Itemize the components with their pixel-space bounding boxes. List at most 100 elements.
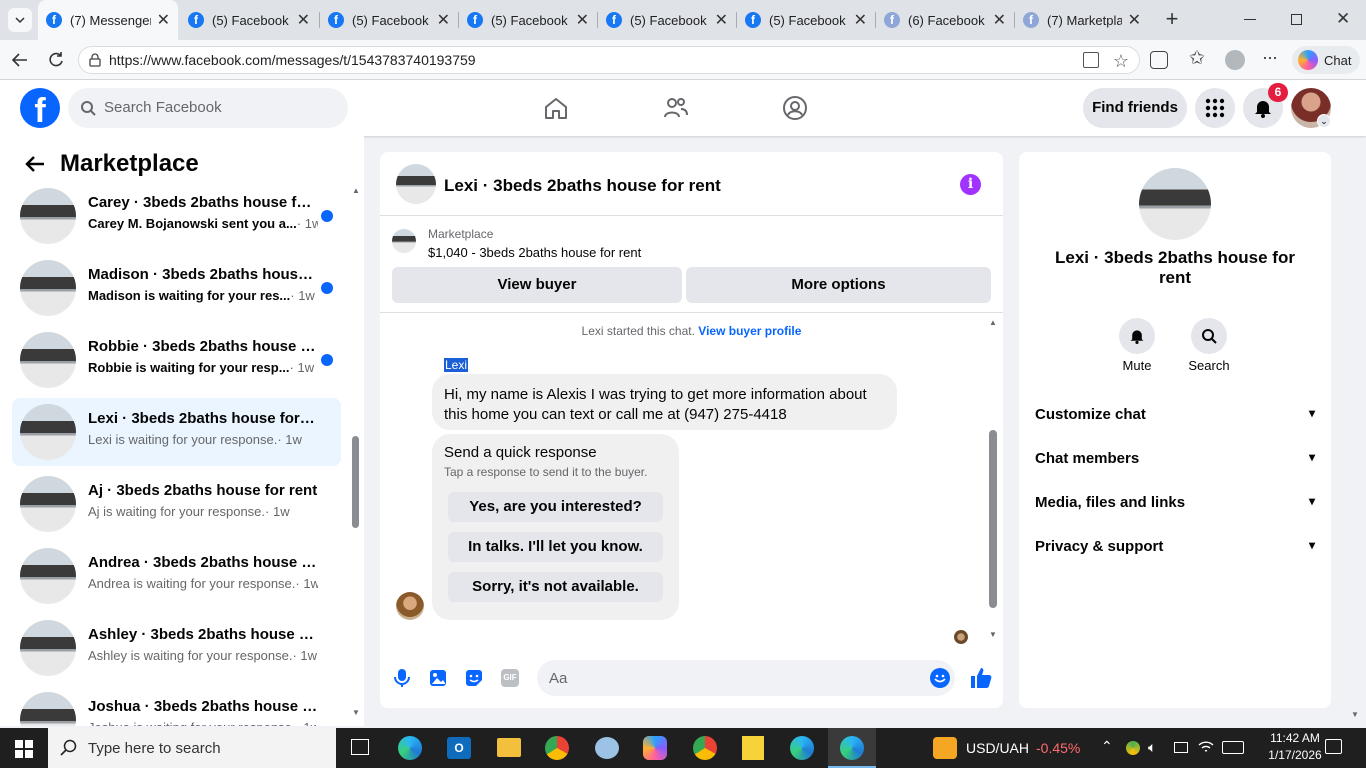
facebook-search-input[interactable]: Search Facebook — [68, 88, 348, 128]
tab-facebook-6[interactable]: f (6) Facebook ✕ — [876, 0, 1014, 40]
home-icon[interactable] — [543, 96, 569, 120]
copilot-taskbar-icon[interactable] — [643, 736, 667, 760]
tab-facebook-4[interactable]: f (5) Facebook ✕ — [598, 0, 736, 40]
facebook-logo-icon[interactable]: f — [20, 88, 60, 128]
tab-facebook-2[interactable]: f (5) Facebook ✕ — [320, 0, 458, 40]
microphone-icon[interactable] — [394, 668, 410, 688]
conversation-item[interactable]: Ashley · 3beds 2baths house for rent Ashl… — [12, 614, 341, 682]
page-scroll-down-arrow-icon[interactable]: ▼ — [1351, 710, 1359, 719]
file-explorer-taskbar-icon[interactable] — [497, 738, 521, 757]
chat-title[interactable]: Lexi · 3beds 2baths house for rent — [444, 176, 721, 196]
tab-facebook-3[interactable]: f (5) Facebook ✕ — [459, 0, 597, 40]
account-chevron-icon[interactable]: ⌄ — [1317, 114, 1331, 128]
conversation-item[interactable]: Aj · 3beds 2baths house for rent Aj is wa… — [12, 470, 341, 538]
view-buyer-profile-link[interactable]: View buyer profile — [698, 324, 801, 338]
thumbs-up-icon[interactable] — [970, 667, 992, 689]
media-files-links-section[interactable]: Media, files and links ▾ — [1035, 494, 1315, 511]
outlook-taskbar-icon[interactable]: O — [447, 737, 471, 759]
tab-messenger[interactable]: f (7) Messenger | F ✕ — [38, 0, 178, 40]
chrome-taskbar-icon[interactable] — [693, 736, 717, 760]
close-tab-icon[interactable]: ✕ — [437, 10, 450, 30]
emoji-icon[interactable] — [930, 668, 950, 688]
app-taskbar-icon[interactable] — [595, 737, 619, 759]
chat-members-section[interactable]: Chat members ▾ — [1035, 450, 1315, 467]
gif-icon[interactable]: GIF — [501, 669, 519, 687]
scroll-down-arrow-icon[interactable]: ▼ — [352, 708, 360, 717]
conversation-item[interactable]: Joshua · 3beds 2baths house for rent Josh… — [12, 686, 341, 726]
find-friends-button[interactable]: Find friends — [1083, 88, 1187, 128]
scroll-up-arrow-icon[interactable]: ▲ — [989, 318, 997, 327]
info-avatar[interactable] — [1139, 168, 1211, 240]
mute-button[interactable] — [1119, 318, 1155, 354]
scroll-thumb[interactable] — [989, 430, 997, 608]
clock-date[interactable]: 1/17/2026 — [1255, 748, 1335, 762]
message-input[interactable]: Aa — [537, 660, 955, 696]
battery-icon[interactable] — [1174, 742, 1188, 753]
task-view-icon[interactable] — [351, 739, 369, 755]
quick-response-not-available-button[interactable]: Sorry, it's not available. — [448, 572, 663, 602]
quick-response-yes-button[interactable]: Yes, are you interested? — [448, 492, 663, 522]
message-thread[interactable]: Lexi started this chat. View buyer profi… — [380, 314, 1003, 644]
photo-icon[interactable] — [429, 669, 447, 687]
wifi-icon[interactable] — [1198, 740, 1214, 754]
close-tab-icon[interactable]: ✕ — [297, 10, 310, 30]
volume-icon[interactable]: 🔈︎ — [1148, 739, 1156, 756]
chat-avatar[interactable] — [396, 164, 436, 204]
address-bar[interactable]: https://www.facebook.com/messages/t/1543… — [78, 46, 1140, 74]
refresh-icon[interactable] — [46, 50, 66, 70]
close-tab-icon[interactable]: ✕ — [576, 10, 589, 30]
scroll-down-arrow-icon[interactable]: ▼ — [989, 630, 997, 639]
friends-icon[interactable] — [663, 96, 689, 120]
close-tab-icon[interactable]: ✕ — [715, 10, 728, 30]
back-icon[interactable] — [10, 50, 30, 70]
tab-list-icon[interactable] — [8, 8, 32, 32]
scroll-up-arrow-icon[interactable]: ▲ — [352, 186, 360, 195]
ticker-name[interactable]: USD/UAH — [966, 740, 1029, 756]
conversation-list[interactable]: Carey · 3beds 2baths house for rent Carey… — [0, 136, 350, 726]
windows-start-icon[interactable] — [15, 740, 33, 758]
more-options-button[interactable]: More options — [686, 267, 991, 303]
sticker-icon[interactable] — [465, 669, 483, 687]
favorite-star-icon[interactable]: ☆ — [1113, 48, 1129, 74]
close-tab-icon[interactable]: ✕ — [993, 10, 1006, 30]
edge-active-taskbar-icon[interactable] — [828, 728, 876, 768]
conversation-item[interactable]: Andrea · 3beds 2baths house for rent Andr… — [12, 542, 341, 610]
currency-widget-icon[interactable] — [933, 737, 957, 759]
quick-response-in-talks-button[interactable]: In talks. I'll let you know. — [448, 532, 663, 562]
tab-facebook-5[interactable]: f (5) Facebook ✕ — [737, 0, 875, 40]
chrome-profile-taskbar-icon[interactable] — [545, 736, 569, 760]
taskbar-search-box[interactable]: Type here to search — [48, 728, 336, 768]
customize-chat-section[interactable]: Customize chat ▾ — [1035, 406, 1315, 423]
privacy-support-section[interactable]: Privacy & support ▾ — [1035, 538, 1315, 555]
conversation-item[interactable]: Carey · 3beds 2baths house for rent Carey… — [12, 182, 341, 250]
menu-grid-button[interactable] — [1195, 88, 1235, 128]
clock-time[interactable]: 11:42 AM — [1255, 731, 1335, 745]
close-tab-icon[interactable]: ✕ — [157, 10, 170, 30]
restore-icon[interactable] — [1291, 14, 1302, 25]
tab-facebook-1[interactable]: f (5) Facebook ✕ — [180, 0, 318, 40]
conversation-item[interactable]: Lexi · 3beds 2baths house for rent Lexi i… — [12, 398, 341, 466]
app-available-icon[interactable] — [1083, 52, 1099, 68]
more-menu-icon[interactable]: ··· — [1262, 47, 1278, 68]
sticky-notes-taskbar-icon[interactable] — [742, 736, 764, 760]
extensions-icon[interactable] — [1150, 51, 1168, 69]
listing-banner[interactable]: Marketplace $1,040 - 3beds 2baths house … — [380, 217, 1003, 313]
search-chat-button[interactable] — [1191, 318, 1227, 354]
site-info-icon[interactable] — [88, 53, 102, 67]
edge-taskbar-icon[interactable] — [398, 736, 422, 760]
favorites-icon[interactable]: ✩ — [1189, 47, 1205, 70]
tab-marketplace[interactable]: f (7) Marketplace ✕ — [1015, 0, 1149, 40]
groups-icon[interactable] — [782, 95, 808, 121]
close-window-icon[interactable]: ✕ — [1336, 9, 1350, 29]
conversation-item[interactable]: Robbie · 3beds 2baths house for rent Robb… — [12, 326, 341, 394]
close-tab-icon[interactable]: ✕ — [1128, 10, 1141, 30]
copilot-chat-button[interactable]: Chat — [1292, 46, 1360, 74]
view-buyer-button[interactable]: View buyer — [392, 267, 682, 303]
show-hidden-icons-icon[interactable]: ⌃ — [1101, 738, 1113, 755]
keyboard-icon[interactable] — [1222, 741, 1244, 754]
close-tab-icon[interactable]: ✕ — [854, 10, 867, 30]
sidebar-scrollbar[interactable]: ▲ ▼ — [350, 186, 362, 722]
notification-center-icon[interactable] — [1325, 739, 1342, 754]
profile-avatar-icon[interactable] — [1225, 50, 1245, 70]
conversation-item[interactable]: Madison · 3beds 2baths house for rent Mad… — [12, 254, 341, 322]
